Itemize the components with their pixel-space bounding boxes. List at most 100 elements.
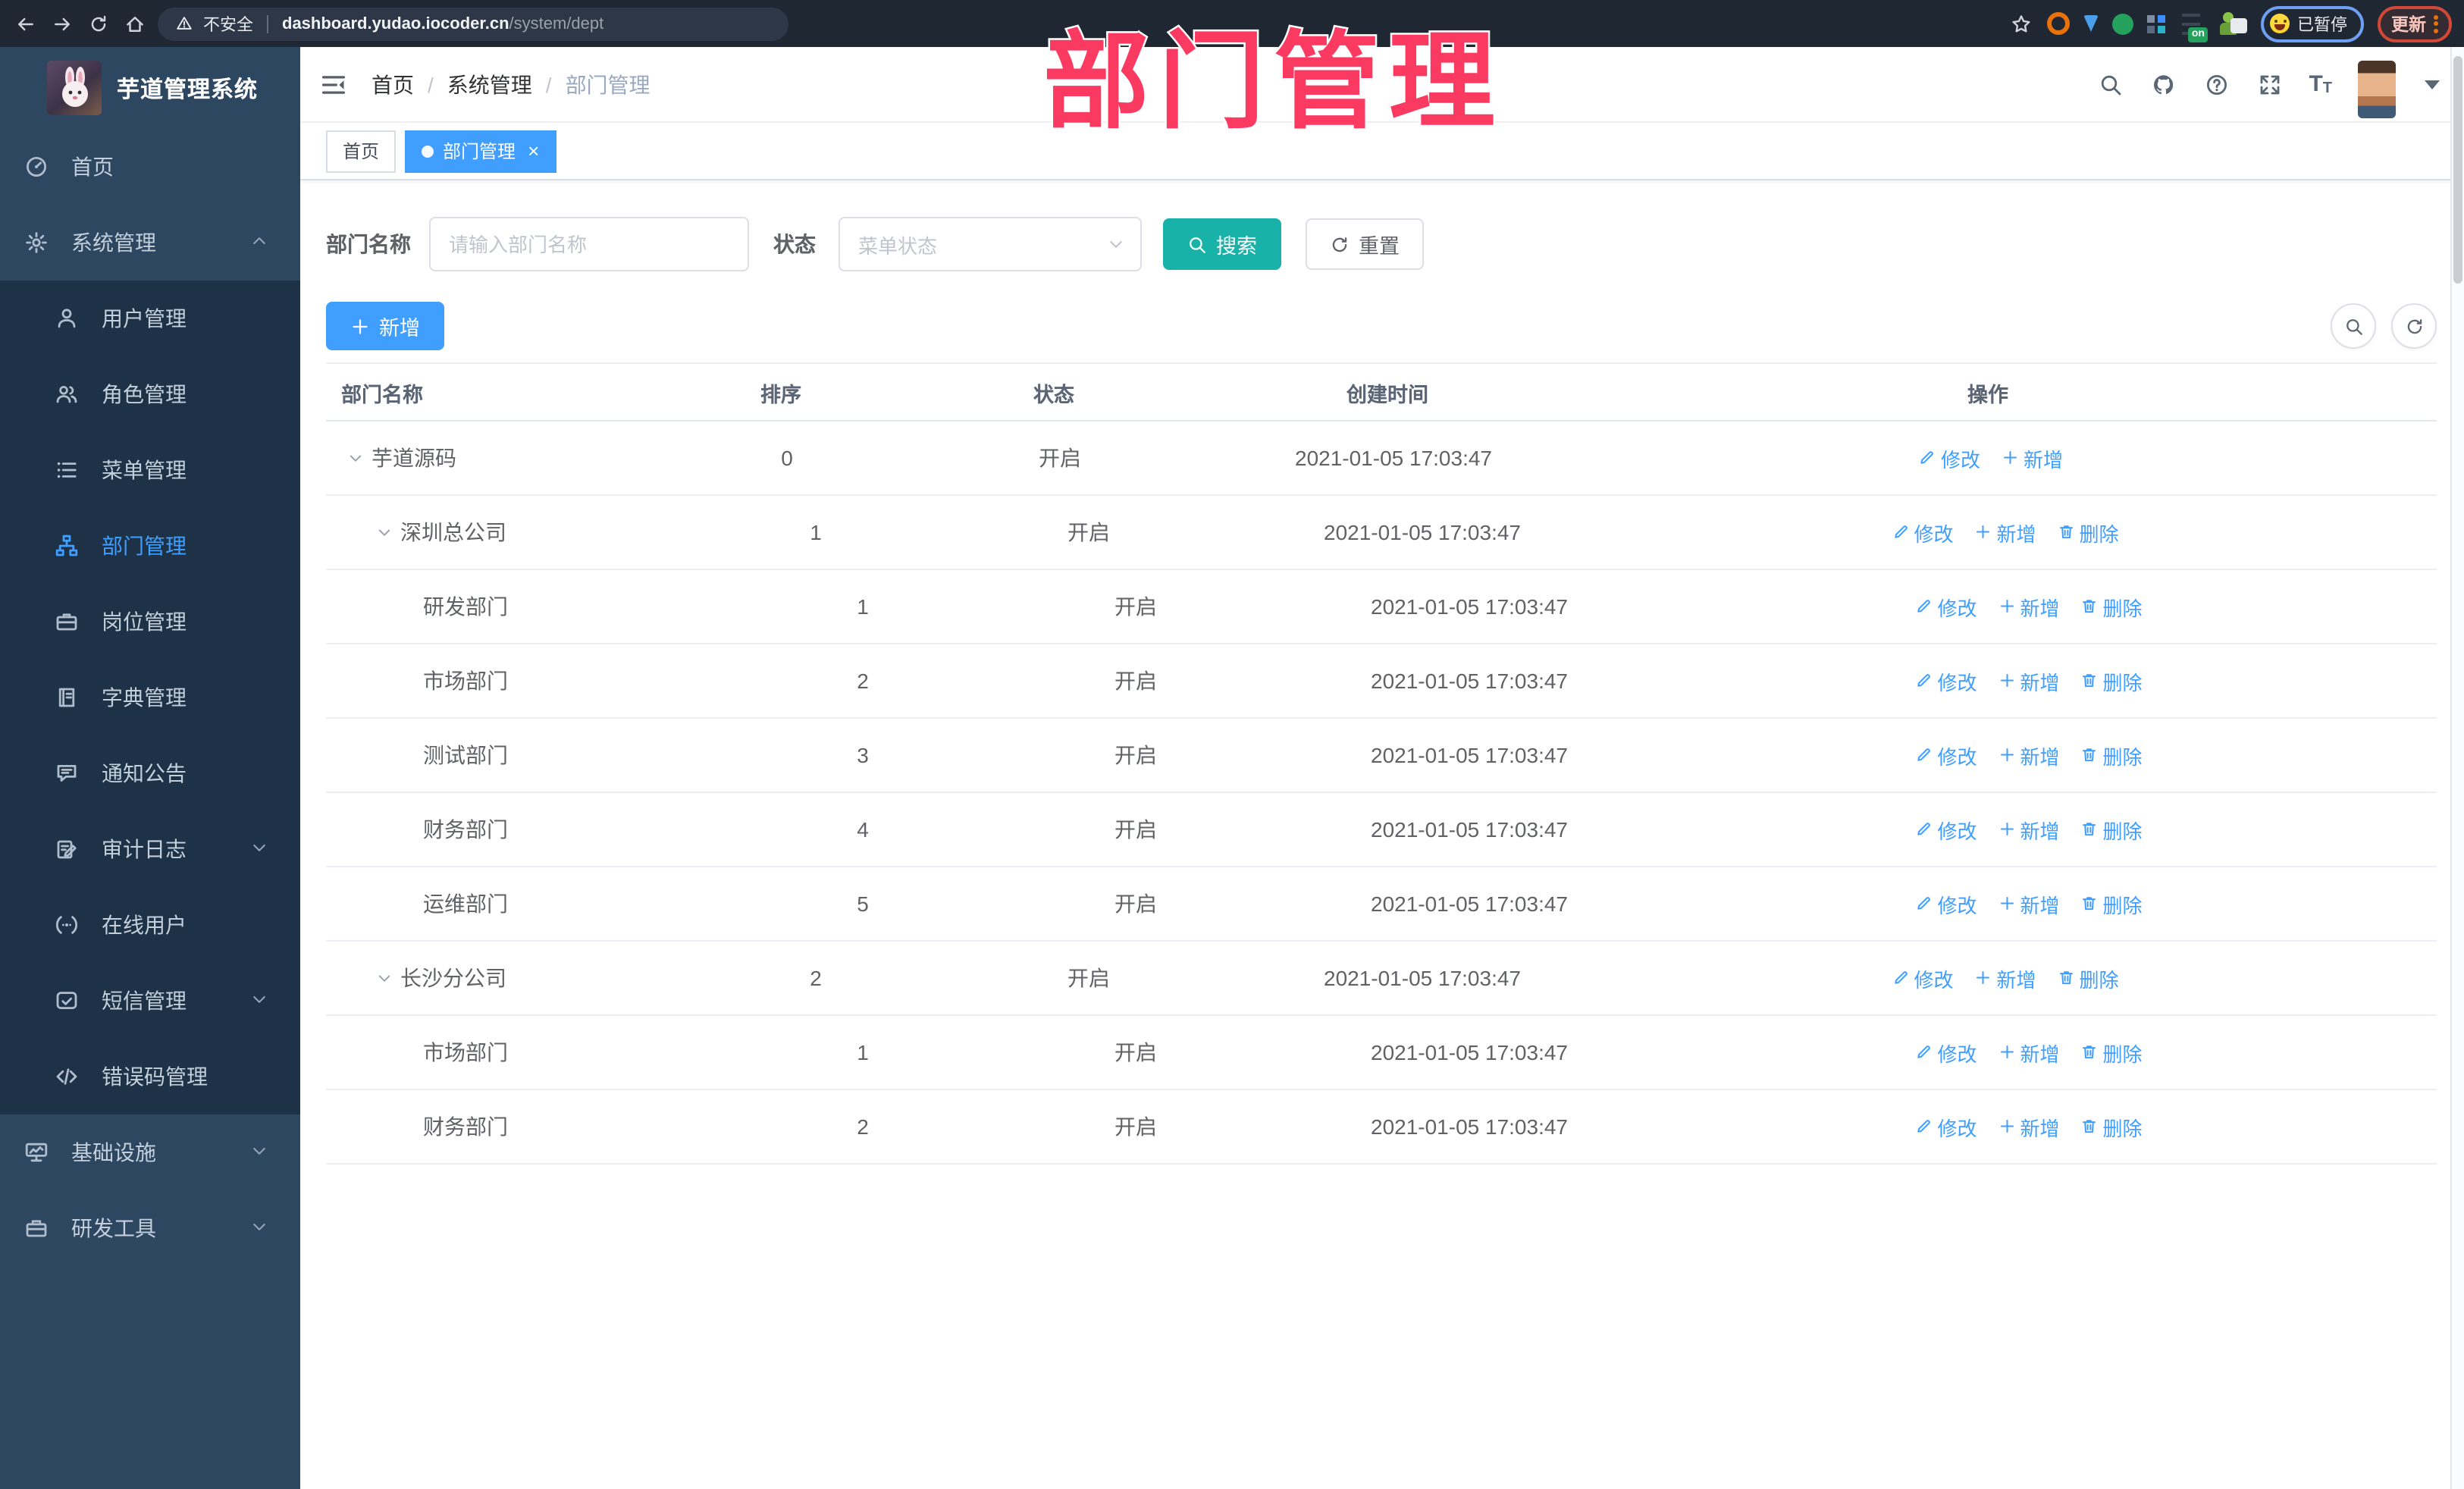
sidebar-item-role[interactable]: 角色管理 xyxy=(0,356,300,432)
add-row-button[interactable]: 新增 xyxy=(2002,444,2063,472)
sidebar-item-dept[interactable]: 部门管理 xyxy=(0,508,300,584)
online-user-icon xyxy=(55,913,79,937)
column-header: 操作 xyxy=(1967,383,2008,406)
edit-row-button[interactable]: 修改 xyxy=(1915,815,1977,844)
delete-row-button[interactable]: 删除 xyxy=(2081,815,2143,844)
sidebar-item-online-user[interactable]: 在线用户 xyxy=(0,887,300,963)
edit-row-button[interactable]: 修改 xyxy=(1919,444,1980,472)
font-size-icon[interactable]: TT xyxy=(2309,71,2332,97)
sidebar-item-menu[interactable]: 菜单管理 xyxy=(0,432,300,508)
home-icon[interactable] xyxy=(121,10,149,37)
delete-row-button[interactable]: 删除 xyxy=(2058,964,2119,992)
plus-icon xyxy=(1974,970,1992,987)
status-select[interactable]: 菜单状态 xyxy=(839,217,1142,271)
sidebar-item-label: 系统管理 xyxy=(71,230,156,255)
sidebar-item-system[interactable]: 系统管理 xyxy=(0,205,300,281)
table-toolbar: 新增 xyxy=(326,302,2437,350)
target-extension-icon[interactable] xyxy=(2047,12,2070,35)
update-label: 更新 xyxy=(2391,16,2426,34)
sidebar-item-post[interactable]: 岗位管理 xyxy=(0,584,300,660)
delete-row-button[interactable]: 删除 xyxy=(2081,889,2143,918)
expand-arrow-icon[interactable] xyxy=(347,450,364,466)
sidebar-item-label: 错误码管理 xyxy=(102,1064,208,1089)
back-icon[interactable] xyxy=(12,10,39,37)
dept-sort: 3 xyxy=(857,743,869,767)
add-row-button[interactable]: 新增 xyxy=(1998,1038,2060,1067)
user-avatar[interactable] xyxy=(2358,60,2396,118)
dept-name-input[interactable] xyxy=(429,217,749,271)
profile-paused-pill[interactable]: 已暂停 xyxy=(2261,5,2364,42)
app-logo-row[interactable]: 芋道管理系统 xyxy=(0,47,300,129)
address-bar[interactable]: 不安全 dashboard.yudao.iocoder.cn/system/de… xyxy=(158,7,788,40)
delete-row-button[interactable]: 删除 xyxy=(2081,592,2143,621)
reload-icon[interactable] xyxy=(85,10,112,37)
sidebar-item-dict[interactable]: 字典管理 xyxy=(0,660,300,735)
add-row-button[interactable]: 新增 xyxy=(1998,666,2060,695)
check-extension-icon[interactable] xyxy=(2112,13,2133,34)
puzzle-extension-icon[interactable] xyxy=(2230,18,2247,33)
delete-row-button[interactable]: 删除 xyxy=(2081,666,2143,695)
delete-row-button[interactable]: 删除 xyxy=(2081,1112,2143,1141)
tab-close-icon[interactable]: × xyxy=(528,141,539,161)
avatar-caret-down-icon[interactable] xyxy=(2425,80,2440,89)
delete-row-button[interactable]: 删除 xyxy=(2058,518,2119,547)
add-row-button[interactable]: 新增 xyxy=(1974,518,2036,547)
profile-emoji-icon xyxy=(2270,14,2290,33)
sidebar-item-notice[interactable]: 通知公告 xyxy=(0,735,300,811)
sidebar-item-home[interactable]: 首页 xyxy=(0,129,300,205)
tab-首页[interactable]: 首页 xyxy=(326,130,397,172)
tab-部门管理[interactable]: 部门管理 × xyxy=(405,130,556,172)
edit-row-button[interactable]: 修改 xyxy=(1892,964,1953,992)
add-row-button[interactable]: 新增 xyxy=(1998,592,2060,621)
edit-icon xyxy=(1892,524,1909,541)
search-icon[interactable] xyxy=(2096,71,2124,98)
sidebar-item-dev-tools[interactable]: 研发工具 xyxy=(0,1190,300,1266)
reset-button[interactable]: 重置 xyxy=(1306,218,1424,270)
add-row-button[interactable]: 新增 xyxy=(1998,741,2060,770)
expand-arrow-icon[interactable] xyxy=(376,524,393,541)
kebab-menu-icon[interactable] xyxy=(2434,14,2438,33)
edit-row-button[interactable]: 修改 xyxy=(1915,592,1977,621)
bookmark-star-icon[interactable] xyxy=(2009,11,2033,36)
add-row-button[interactable]: 新增 xyxy=(1998,889,2060,918)
breadcrumb-system[interactable]: 系统管理 xyxy=(447,69,532,99)
search-button[interactable]: 搜索 xyxy=(1163,218,1281,270)
sidebar-item-sms[interactable]: 短信管理 xyxy=(0,963,300,1039)
edit-row-button[interactable]: 修改 xyxy=(1915,889,1977,918)
scrollbar-thumb[interactable] xyxy=(2453,56,2462,284)
chevron-down-icon xyxy=(250,989,268,1013)
edit-row-button[interactable]: 修改 xyxy=(1915,1038,1977,1067)
add-row-button[interactable]: 新增 xyxy=(1998,1112,2060,1141)
breadcrumb-home[interactable]: 首页 xyxy=(371,69,414,99)
delete-row-button[interactable]: 删除 xyxy=(2081,741,2143,770)
expand-arrow-icon[interactable] xyxy=(376,970,393,986)
add-row-button[interactable]: 新增 xyxy=(1998,815,2060,844)
edit-row-button[interactable]: 修改 xyxy=(1915,666,1977,695)
grid-extension-icon[interactable] xyxy=(2147,14,2165,33)
browser-update-button[interactable]: 更新 xyxy=(2378,5,2452,42)
pin-extension-icon[interactable] xyxy=(2083,15,2099,32)
edit-row-button[interactable]: 修改 xyxy=(1915,1112,1977,1141)
hamburger-icon[interactable] xyxy=(311,61,356,107)
edit-row-button[interactable]: 修改 xyxy=(1915,741,1977,770)
url-path: /system/dept xyxy=(509,14,604,33)
sidebar-item-user[interactable]: 用户管理 xyxy=(0,281,300,356)
delete-row-button[interactable]: 删除 xyxy=(2081,1038,2143,1067)
plus-icon xyxy=(1998,821,2015,839)
fullscreen-icon[interactable] xyxy=(2256,71,2283,98)
sidebar-item-audit-log[interactable]: 审计日志 xyxy=(0,811,300,887)
help-icon[interactable] xyxy=(2202,71,2230,98)
action-label: 删除 xyxy=(2079,968,2119,991)
forward-icon[interactable] xyxy=(49,10,76,37)
toggle-search-button[interactable] xyxy=(2331,303,2376,349)
edit-row-button[interactable]: 修改 xyxy=(1892,518,1953,547)
onetab-extension-icon[interactable]: on xyxy=(2179,11,2208,42)
sidebar-item-error-code[interactable]: 错误码管理 xyxy=(0,1039,300,1114)
refresh-table-button[interactable] xyxy=(2391,303,2437,349)
action-label: 删除 xyxy=(2102,745,2143,768)
window-scrollbar[interactable] xyxy=(2450,47,2464,1489)
github-icon[interactable] xyxy=(2149,71,2177,98)
add-button[interactable]: 新增 xyxy=(326,302,444,350)
add-row-button[interactable]: 新增 xyxy=(1974,964,2036,992)
sidebar-item-infra[interactable]: 基础设施 xyxy=(0,1114,300,1190)
